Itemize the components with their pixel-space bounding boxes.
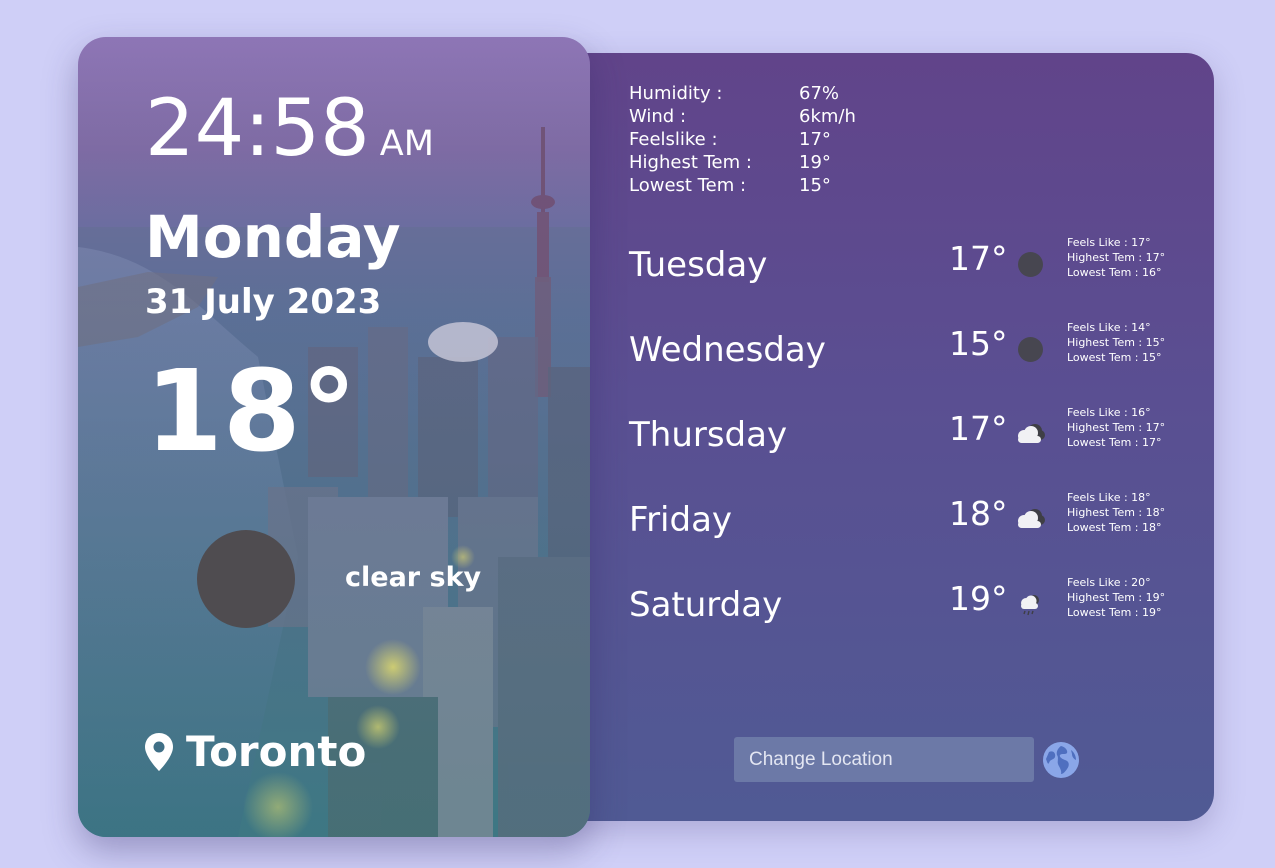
- forecast-feels: Feels Like : 16°: [1067, 406, 1151, 419]
- change-location-input[interactable]: [734, 737, 1034, 782]
- location-pin-icon: [145, 733, 173, 771]
- current-temperature: 18°: [145, 347, 357, 477]
- forecast-feels: Feels Like : 17°: [1067, 236, 1151, 249]
- forecast-temp: 17°: [949, 239, 1008, 278]
- forecast-high: Highest Tem : 19°: [1067, 591, 1166, 604]
- location-search: [734, 737, 1081, 782]
- forecast-high: Highest Tem : 17°: [1067, 251, 1166, 264]
- forecast-row: Saturday 19° Feels Like : 20° Highest Te…: [629, 575, 1189, 662]
- forecast-low: Lowest Tem : 19°: [1067, 606, 1162, 619]
- dark-circle-weather-icon: [197, 530, 295, 628]
- forecast-temp: 17°: [949, 409, 1008, 448]
- forecast-row: Wednesday 15° Feels Like : 14° Highest T…: [629, 320, 1189, 407]
- forecast-meta: Feels Like : 18° Highest Tem : 18° Lowes…: [1067, 490, 1165, 535]
- detail-label: Feelslike :: [629, 129, 718, 150]
- globe-icon[interactable]: [1041, 740, 1081, 780]
- forecast-row: Friday 18° Feels Like : 18° Highest Tem …: [629, 490, 1189, 577]
- detail-label: Wind :: [629, 106, 687, 127]
- detail-value: 19°: [799, 152, 831, 173]
- current-location: Toronto: [144, 727, 366, 777]
- forecast-temp: 15°: [949, 324, 1008, 363]
- forecast-temp: 19°: [949, 579, 1008, 618]
- forecast-temp: 18°: [949, 494, 1008, 533]
- forecast-meta: Feels Like : 17° Highest Tem : 17° Lowes…: [1067, 235, 1165, 280]
- detail-value: 67%: [799, 83, 840, 104]
- forecast-meta: Feels Like : 20° Highest Tem : 19° Lowes…: [1067, 575, 1165, 620]
- cloudy-icon: [1018, 424, 1045, 443]
- current-day: Monday: [145, 203, 401, 271]
- forecast-day: Friday: [629, 500, 733, 540]
- detail-label: Highest Tem :: [629, 152, 752, 173]
- forecast-day: Wednesday: [629, 330, 826, 370]
- current-weather-card: 24:58 AM Monday 31 July 2023 18° clear sk…: [78, 37, 590, 837]
- current-date: 31 July 2023: [145, 282, 382, 322]
- weather-condition: clear sky: [345, 562, 482, 593]
- detail-label: Humidity :: [629, 83, 723, 104]
- location-name: Toronto: [186, 727, 367, 776]
- detail-row-highest: Highest Tem : 19°: [629, 151, 919, 174]
- forecast-day: Thursday: [629, 415, 788, 455]
- forecast-high: Highest Tem : 15°: [1067, 336, 1166, 349]
- detail-row-lowest: Lowest Tem : 15°: [629, 174, 919, 197]
- detail-row-feelslike: Feelslike : 17°: [629, 128, 919, 151]
- forecast-row: Thursday 17° Feels Like : 16° Highest Te…: [629, 405, 1189, 492]
- current-details: Humidity : 67% Wind : 6km/h Feelslike : …: [629, 82, 919, 197]
- forecast-high: Highest Tem : 18°: [1067, 506, 1166, 519]
- forecast-day: Tuesday: [629, 245, 768, 285]
- forecast-day: Saturday: [629, 585, 783, 625]
- forecast-low: Lowest Tem : 17°: [1067, 436, 1162, 449]
- detail-value: 6km/h: [799, 106, 856, 127]
- forecast-low: Lowest Tem : 18°: [1067, 521, 1162, 534]
- forecast-feels: Feels Like : 14°: [1067, 321, 1151, 334]
- forecast-meta: Feels Like : 16° Highest Tem : 17° Lowes…: [1067, 405, 1165, 450]
- forecast-low: Lowest Tem : 16°: [1067, 266, 1162, 279]
- details-panel: Humidity : 67% Wind : 6km/h Feelslike : …: [560, 53, 1214, 821]
- forecast-feels: Feels Like : 18°: [1067, 491, 1151, 504]
- time-ampm: AM: [379, 124, 434, 164]
- detail-row-wind: Wind : 6km/h: [629, 105, 919, 128]
- forecast-row: Tuesday 17° Feels Like : 17° Highest Tem…: [629, 235, 1189, 322]
- time-value: 24:58: [145, 84, 370, 174]
- forecast-meta: Feels Like : 14° Highest Tem : 15° Lowes…: [1067, 320, 1165, 365]
- detail-row-humidity: Humidity : 67%: [629, 82, 919, 105]
- cloudy-icon: [1018, 509, 1045, 528]
- current-time: 24:58 AM: [145, 81, 434, 192]
- dark-circle-icon: [1013, 247, 1047, 281]
- forecast-list: Tuesday 17° Feels Like : 17° Highest Tem…: [629, 235, 1189, 662]
- dark-circle-icon: [1013, 332, 1047, 366]
- detail-label: Lowest Tem :: [629, 175, 747, 196]
- weather-app: Humidity : 67% Wind : 6km/h Feelslike : …: [0, 0, 1275, 868]
- detail-value: 15°: [799, 175, 831, 196]
- rain-cloud-icon: [1021, 595, 1039, 616]
- forecast-feels: Feels Like : 20°: [1067, 576, 1151, 589]
- forecast-high: Highest Tem : 17°: [1067, 421, 1166, 434]
- forecast-low: Lowest Tem : 15°: [1067, 351, 1162, 364]
- detail-value: 17°: [799, 129, 831, 150]
